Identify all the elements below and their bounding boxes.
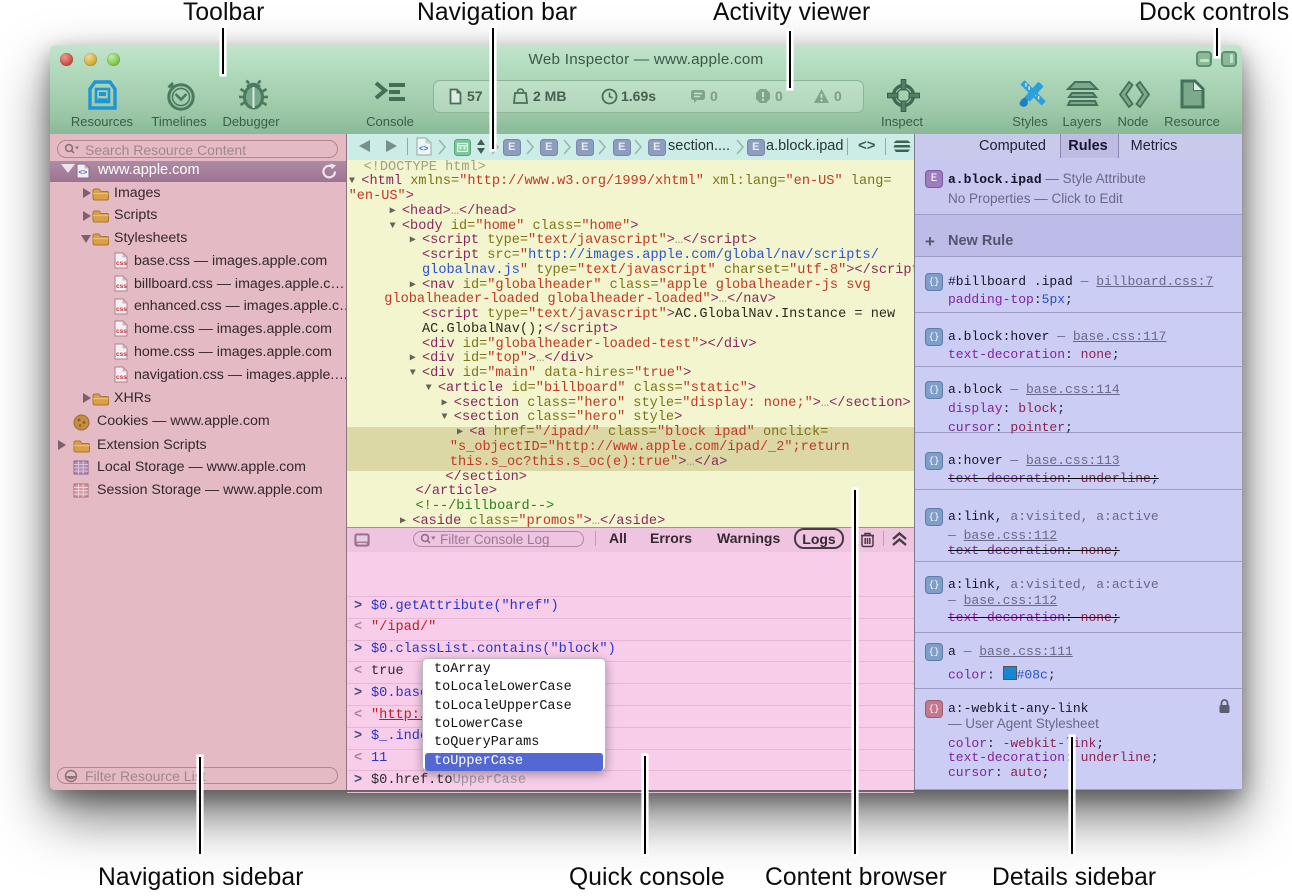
svg-text:<>: <> xyxy=(419,144,429,153)
svg-text:<>: <> xyxy=(79,168,88,177)
